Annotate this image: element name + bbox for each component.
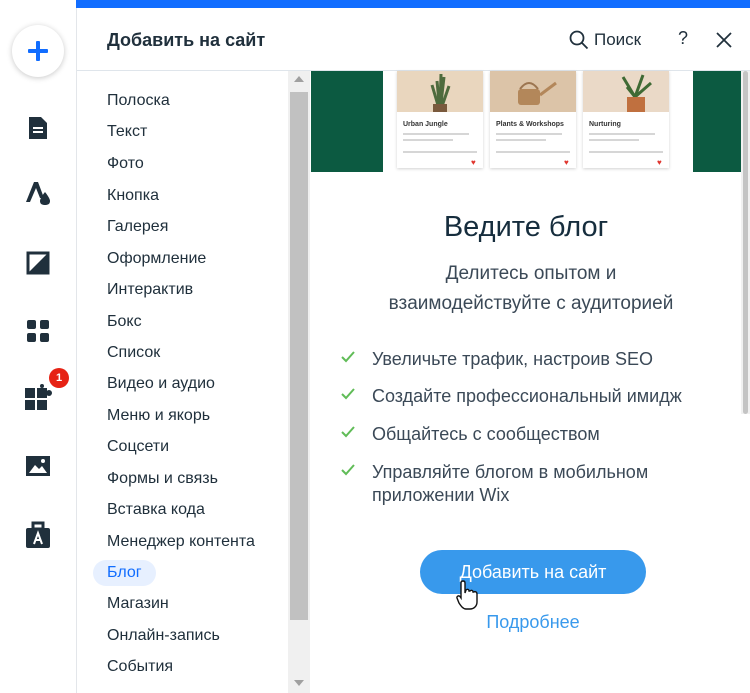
- background-icon: [26, 251, 50, 275]
- preview-card: Plants & Workshops ♥: [490, 71, 576, 168]
- card-line: [403, 139, 453, 141]
- category-item[interactable]: Бокс: [93, 309, 156, 335]
- notification-badge: 1: [49, 368, 69, 388]
- card-line: [403, 151, 477, 153]
- app-market-button[interactable]: [20, 380, 56, 416]
- category-item[interactable]: Текст: [93, 119, 161, 145]
- category-item[interactable]: Оформление: [93, 246, 220, 272]
- feature-text: Общайтесь с сообществом: [372, 424, 600, 444]
- check-icon: [341, 388, 355, 400]
- pages-button[interactable]: [20, 110, 56, 146]
- page-icon: [29, 117, 47, 139]
- preview-card: Nurturing ♥: [583, 71, 669, 168]
- panel-title: Добавить на сайт: [107, 30, 266, 50]
- hand-cursor-icon: [456, 580, 478, 610]
- check-icon: [341, 426, 355, 438]
- card-line: [496, 151, 570, 153]
- media-button[interactable]: [20, 448, 56, 484]
- category-item[interactable]: Кнопка: [93, 183, 173, 209]
- card-line: [496, 139, 546, 141]
- search-button[interactable]: Поиск: [569, 28, 641, 52]
- category-item[interactable]: Интерактив: [93, 277, 207, 303]
- potted-plant-image: [583, 71, 669, 112]
- scroll-up-arrow[interactable]: [294, 76, 304, 82]
- card-title: Nurturing: [589, 121, 621, 128]
- feature-text: Увеличьте трафик, настроив SEO: [372, 349, 654, 369]
- category-item[interactable]: Формы и связь: [93, 466, 232, 492]
- category-item[interactable]: События: [93, 654, 187, 680]
- theme-button[interactable]: [20, 175, 56, 211]
- category-item[interactable]: Менеджер контента: [93, 529, 269, 555]
- heart-icon: ♥: [657, 158, 662, 167]
- apps-button[interactable]: [20, 313, 56, 349]
- blog-subtitle: Делитесь опытом и взаимодействуйте с ауд…: [311, 259, 750, 319]
- business-button[interactable]: [20, 517, 56, 553]
- card-line: [589, 133, 655, 135]
- top-accent-bar: [76, 0, 750, 8]
- heart-icon: ♥: [564, 158, 569, 167]
- search-label: Поиск: [594, 30, 642, 49]
- panel-header: Добавить на сайт Поиск ?: [77, 8, 750, 71]
- card-line: [403, 133, 469, 135]
- add-elements-button[interactable]: [12, 25, 64, 77]
- briefcase-icon: [26, 521, 50, 548]
- puzzle-icon: [25, 384, 52, 410]
- add-to-site-button[interactable]: Добавить на сайт: [420, 550, 646, 594]
- blog-panel: Urban Jungle ♥ Plants & Workshops ♥ Nurt…: [311, 71, 750, 693]
- blog-subtitle-line: взаимодействуйте с аудиторией: [388, 293, 674, 314]
- card-line: [589, 151, 663, 153]
- media-icon: [26, 456, 50, 476]
- category-item-blog[interactable]: Блог: [93, 560, 156, 586]
- background-button[interactable]: [20, 245, 56, 281]
- feature-text: Управляйте блогом в мобильном приложении…: [372, 462, 649, 505]
- apps-icon: [27, 320, 49, 342]
- blog-title: Ведите блог: [443, 211, 609, 243]
- preview-card: Urban Jungle ♥: [397, 71, 483, 168]
- left-toolbar: 1: [0, 0, 77, 693]
- search-icon: [569, 30, 589, 50]
- card-title: Plants & Workshops: [496, 121, 564, 128]
- scrollbar-thumb[interactable]: [290, 92, 308, 620]
- help-button[interactable]: ?: [675, 28, 691, 49]
- plus-icon: [28, 41, 48, 61]
- category-item[interactable]: Меню и якорь: [93, 403, 224, 429]
- watering-can-image: [490, 71, 576, 112]
- learn-more-link[interactable]: Подробнее: [311, 612, 750, 633]
- card-title: Urban Jungle: [403, 121, 448, 128]
- plant-image: [397, 71, 483, 112]
- blog-subtitle-line: Делитесь опытом и: [445, 263, 617, 284]
- category-list: Полоска Текст Фото Кнопка Галерея Оформл…: [77, 71, 288, 693]
- category-item[interactable]: Фото: [93, 151, 158, 177]
- category-item[interactable]: Видео и аудио: [93, 371, 229, 397]
- category-item[interactable]: Магазин: [93, 591, 183, 617]
- feature-text: Создайте профессиональный имидж: [372, 386, 682, 406]
- close-icon[interactable]: [714, 30, 734, 50]
- card-line: [589, 139, 639, 141]
- category-item[interactable]: Вставка кода: [93, 497, 219, 523]
- check-icon: [341, 351, 355, 363]
- heart-icon: ♥: [471, 158, 476, 167]
- blog-preview-image: Urban Jungle ♥ Plants & Workshops ♥ Nurt…: [311, 71, 750, 172]
- category-item[interactable]: Полоска: [93, 88, 184, 114]
- card-line: [496, 133, 562, 135]
- category-item[interactable]: Соцсети: [93, 434, 183, 460]
- theme-icon: [26, 182, 50, 205]
- check-icon: [341, 464, 355, 476]
- category-item[interactable]: Онлайн-запись: [93, 623, 234, 649]
- scroll-down-arrow[interactable]: [294, 680, 304, 686]
- category-item[interactable]: Список: [93, 340, 174, 366]
- category-item[interactable]: Галерея: [93, 214, 182, 240]
